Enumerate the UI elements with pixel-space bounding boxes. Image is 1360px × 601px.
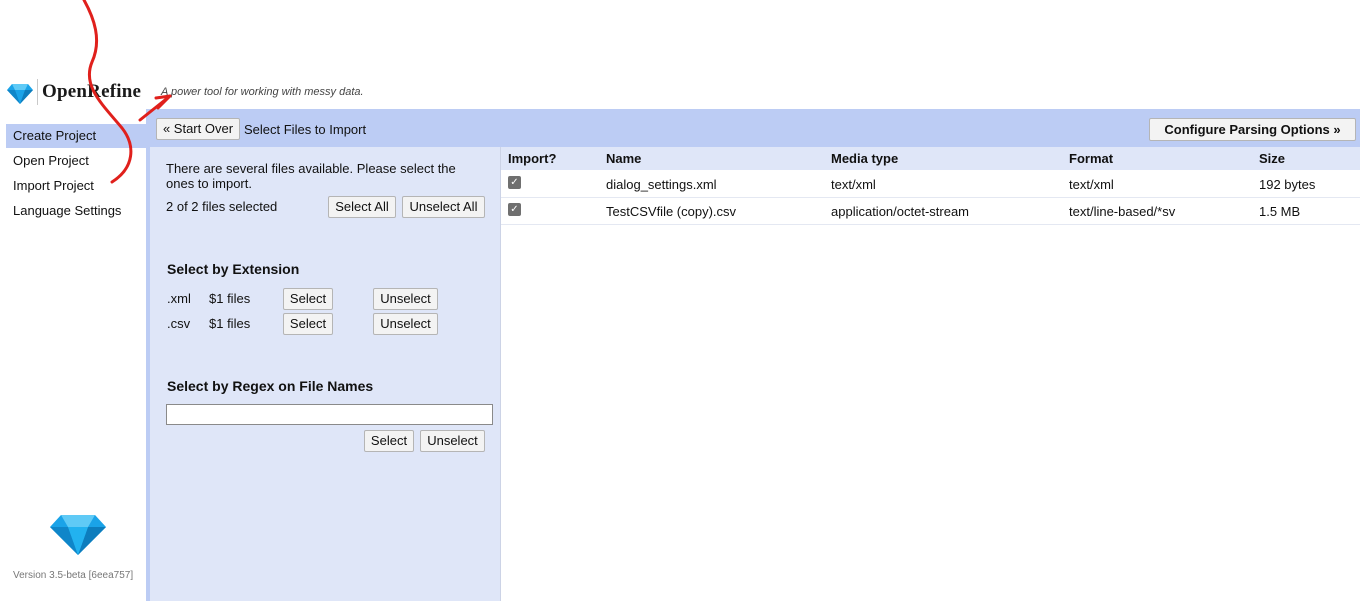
select-xml-button[interactable]: Select [283, 288, 333, 310]
import-checkbox[interactable]: ✓ [508, 176, 521, 189]
regex-input[interactable] [166, 404, 493, 425]
column-header-format: Format [1069, 151, 1114, 166]
tagline: A power tool for working with messy data… [161, 86, 364, 98]
file-media-type: application/octet-stream [831, 204, 970, 219]
regex-select-button[interactable]: Select [364, 430, 414, 452]
file-size: 192 bytes [1259, 177, 1316, 192]
sidebar-item-open-project[interactable]: Open Project [6, 149, 146, 173]
unselect-xml-button[interactable]: Unselect [373, 288, 438, 310]
column-header-size: Size [1259, 151, 1286, 166]
file-name: dialog_settings.xml [606, 177, 717, 192]
column-header-import: Import? [508, 151, 557, 166]
configure-parsing-options-button[interactable]: Configure Parsing Options » [1149, 118, 1356, 141]
toolbar-title: Select Files to Import [244, 122, 367, 137]
sidebar-item-create-project[interactable]: Create Project [6, 124, 146, 148]
extension-name: .csv [167, 316, 191, 331]
select-by-extension-title: Select by Extension [167, 261, 300, 277]
column-header-media-type: Media type [831, 151, 899, 166]
app-name: OpenRefine [42, 81, 142, 102]
extension-file-count: $1 files [209, 316, 251, 331]
file-size: 1.5 MB [1259, 204, 1301, 219]
openrefine-logo-icon [7, 84, 33, 104]
unselect-csv-button[interactable]: Unselect [373, 313, 438, 335]
unselect-all-button[interactable]: Unselect All [402, 196, 485, 218]
file-media-type: text/xml [831, 177, 876, 192]
start-over-button[interactable]: « Start Over [156, 118, 240, 140]
selected-count: 2 of 2 files selected [166, 199, 278, 214]
regex-unselect-button[interactable]: Unselect [420, 430, 485, 452]
sidebar-item-import-project[interactable]: Import Project [6, 174, 146, 198]
select-by-regex-title: Select by Regex on File Names [167, 378, 374, 394]
sidebar-item-language-settings[interactable]: Language Settings [6, 199, 146, 223]
select-all-button[interactable]: Select All [328, 196, 396, 218]
select-csv-button[interactable]: Select [283, 313, 333, 335]
file-format: text/xml [1069, 177, 1114, 192]
extension-name: .xml [167, 291, 191, 306]
import-checkbox[interactable]: ✓ [508, 203, 521, 216]
version-label: Version 3.5-beta [6eea757] [13, 570, 134, 581]
logo-divider [37, 79, 38, 105]
files-available-message: There are several files available. Pleas… [166, 161, 456, 191]
extension-file-count: $1 files [209, 291, 251, 306]
column-header-name: Name [606, 151, 642, 166]
diamond-icon [50, 515, 106, 555]
file-format: text/line-based/*sv [1069, 204, 1176, 219]
file-name: TestCSVfile (copy).csv [606, 204, 737, 219]
